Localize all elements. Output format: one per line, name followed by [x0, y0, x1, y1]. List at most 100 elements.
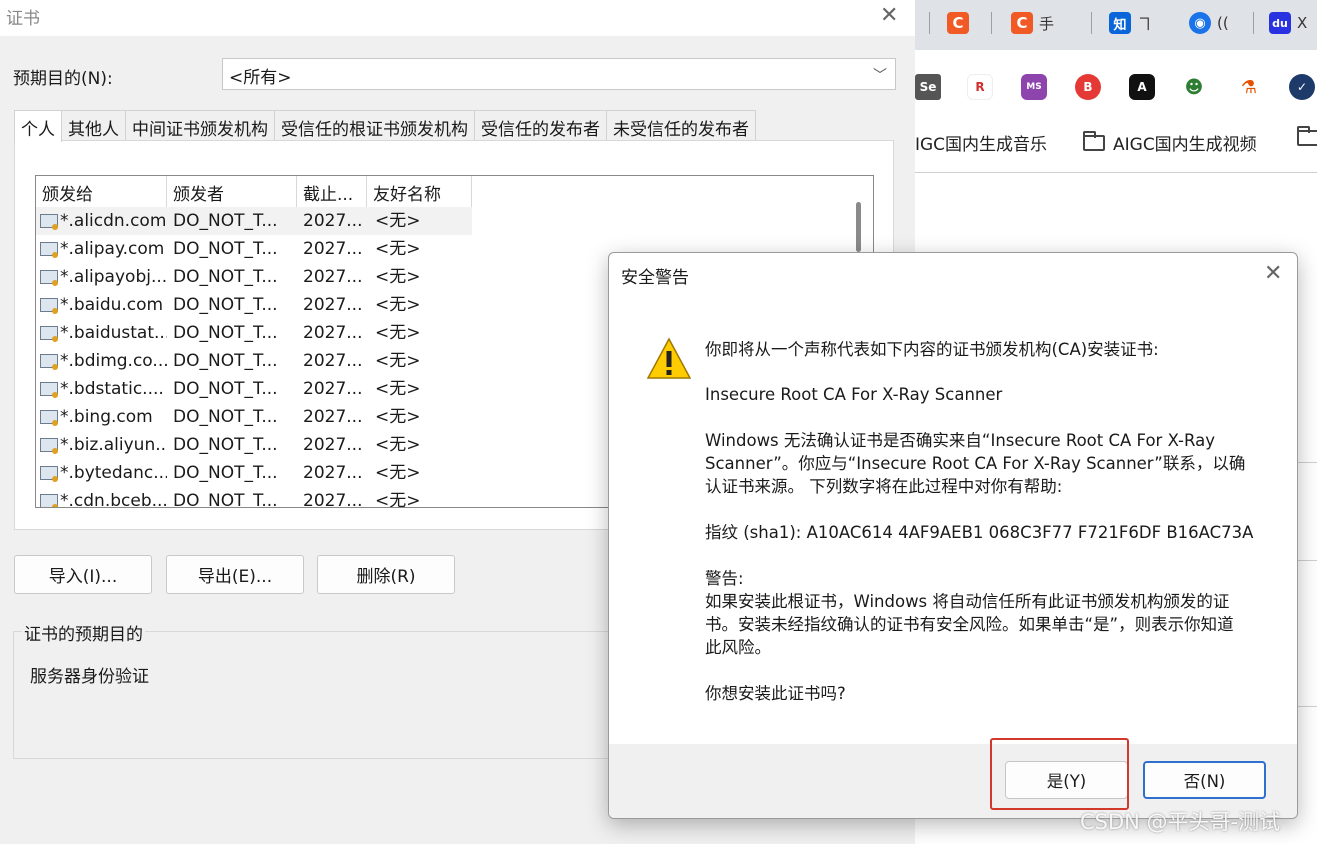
cell-issuer: DO_NOT_T... [173, 463, 278, 483]
table-row[interactable]: *.baidu.com DO_NOT_T... 2027... <无> [36, 291, 472, 319]
purpose-value: <所有> [229, 68, 292, 88]
no-button[interactable]: 否(N) [1143, 761, 1266, 799]
tab-label: ヿ [1137, 14, 1153, 33]
bookmark-mask-icon[interactable]: ☻ [1181, 74, 1207, 100]
bookmark-r-icon[interactable]: R [967, 74, 993, 100]
tab-trusted-publishers[interactable]: 受信任的发布者 [474, 110, 607, 141]
cell-issued-to: *.alipayobj... [36, 263, 167, 291]
table-row[interactable]: *.cdn.bceb... DO_NOT_T... 2027... <无> [36, 487, 472, 508]
tab-separator [1091, 12, 1092, 34]
cell-issued-to: *.bdimg.co... [36, 347, 167, 375]
cell-expiration: 2027... [303, 435, 363, 455]
cell-friendly-name: <无> [375, 491, 421, 508]
issued-to-text: *.baidustat... [60, 323, 167, 343]
folder-label: AIGC国内生成视频 [1113, 135, 1257, 155]
tab-label: 手 [1039, 14, 1055, 33]
tab-separator [991, 12, 992, 34]
list-rows: *.alicdn.com DO_NOT_T... 2027... <无> *.alipa… [36, 207, 472, 508]
certificate-tabs: 个人 其他人 中间证书颁发机构 受信任的根证书颁发机构 受信任的发布者 未受信任… [14, 110, 756, 142]
cell-issued-to: *.alicdn.com [36, 207, 167, 235]
tab-other-people[interactable]: 其他人 [61, 110, 126, 141]
import-button[interactable]: 导入(I)... [14, 555, 152, 594]
close-icon[interactable]: ✕ [1264, 263, 1282, 285]
list-scrollbar-thumb[interactable] [856, 202, 861, 252]
purpose-select[interactable]: <所有> ﹀ [222, 58, 896, 90]
cell-issued-to: *.bing.com [36, 403, 167, 431]
folder-icon [1297, 126, 1317, 146]
column-issued-to[interactable]: 颁发给 [36, 176, 167, 207]
cell-issued-to: *.bdstatic.... [36, 375, 167, 403]
cell-expiration: 2027... [303, 463, 363, 483]
cell-expiration: 2027... [303, 323, 363, 343]
bookmark-a-icon[interactable]: A [1129, 74, 1155, 100]
certificate-icon [40, 382, 58, 398]
bookmark-ms-icon[interactable]: MS [1021, 74, 1047, 100]
column-expiration[interactable]: 截止... [297, 176, 367, 207]
list-header: 颁发给 颁发者 截止... 友好名称 [36, 176, 472, 207]
bookmark-se-icon[interactable]: Se [915, 74, 941, 100]
table-row[interactable]: *.baidustat... DO_NOT_T... 2027... <无> [36, 319, 472, 347]
bookmark-lighthouse-icon[interactable]: ⚗ [1236, 74, 1262, 100]
bookmark-check-icon[interactable]: ✓ [1289, 74, 1315, 100]
tab-label: (( [1217, 14, 1229, 32]
column-friendly-name[interactable]: 友好名称 [367, 176, 472, 207]
yes-button[interactable]: 是(Y) [1005, 761, 1128, 799]
certificate-icon [40, 466, 58, 482]
cell-friendly-name: <无> [375, 351, 421, 371]
cell-expiration: 2027... [303, 295, 363, 315]
tab-trusted-root-ca[interactable]: 受信任的根证书颁发机构 [274, 110, 475, 141]
table-row[interactable]: *.alipay.com DO_NOT_T... 2027... <无> [36, 235, 472, 263]
folder-label: IGC国内生成音乐 [915, 135, 1048, 155]
bookmark-folder-music[interactable]: IGC国内生成音乐 [915, 130, 1047, 155]
tab-intermediate-ca[interactable]: 中间证书颁发机构 [125, 110, 275, 141]
cell-issuer: DO_NOT_T... [173, 351, 278, 371]
close-icon[interactable]: ✕ [880, 5, 898, 27]
table-row[interactable]: *.alipayobj... DO_NOT_T... 2027... <无> [36, 263, 472, 291]
certificate-icon [40, 494, 58, 507]
tab-untrusted-publishers[interactable]: 未受信任的发布者 [606, 110, 756, 141]
issued-to-text: *.biz.aliyun... [60, 435, 167, 455]
browser-tab-2[interactable]: C 手 [1011, 8, 1054, 38]
table-row[interactable]: *.biz.aliyun... DO_NOT_T... 2027... <无> [36, 431, 472, 459]
certificate-icon [40, 242, 58, 258]
table-row[interactable]: *.bdstatic.... DO_NOT_T... 2027... <无> [36, 375, 472, 403]
warning-label: 警告: [705, 569, 744, 588]
tab-personal[interactable]: 个人 [14, 110, 62, 142]
certificate-icon [40, 354, 58, 370]
cell-issued-to: *.baidustat... [36, 319, 167, 347]
table-row[interactable]: *.bdimg.co... DO_NOT_T... 2027... <无> [36, 347, 472, 375]
zhihu-favicon-icon: 知 [1109, 12, 1131, 34]
bookmark-b-icon[interactable]: B [1075, 74, 1101, 100]
browser-tab-5[interactable]: du X [1269, 8, 1307, 38]
intended-purposes-value: 服务器身份验证 [30, 667, 149, 687]
cell-issued-to: *.baidu.com [36, 291, 167, 319]
browser-tab-3[interactable]: 知 ヿ [1109, 8, 1152, 38]
browser-tab-4[interactable]: ◉ (( [1189, 8, 1229, 38]
cell-issuer: DO_NOT_T... [167, 207, 297, 235]
folder-icon [1083, 130, 1105, 151]
column-issuer[interactable]: 颁发者 [167, 176, 297, 207]
chevron-down-icon: ﹀ [873, 68, 887, 84]
ca-name: Insecure Root CA For X-Ray Scanner [705, 385, 1003, 404]
browser-tab-1[interactable]: C [947, 8, 969, 38]
bookmark-folder-more[interactable] [1297, 126, 1317, 146]
cell-issuer: DO_NOT_T... [173, 323, 278, 343]
certificate-icon [40, 410, 58, 426]
signal-favicon-icon: ◉ [1189, 12, 1211, 34]
cell-issued-to: *.alipay.com [36, 235, 167, 263]
cell-issued-to: *.bytedanc... [36, 459, 167, 487]
table-row[interactable]: *.bytedanc... DO_NOT_T... 2027... <无> [36, 459, 472, 487]
cell-expiration: 2027... [303, 351, 363, 371]
csdn-favicon-icon: C [947, 12, 969, 34]
cell-issuer: DO_NOT_T... [173, 295, 278, 315]
export-button[interactable]: 导出(E)... [166, 555, 304, 594]
security-warning-dialog: 安全警告 ✕ 你即将从一个声称代表如下内容的证书颁发机构(CA)安装证书: In… [608, 252, 1298, 819]
remove-button[interactable]: 删除(R) [317, 555, 455, 594]
cell-friendly-name: <无> [375, 435, 421, 455]
table-row[interactable]: *.alicdn.com DO_NOT_T... 2027... <无> [36, 207, 472, 235]
cell-expiration: 2027... [303, 267, 363, 287]
bookmark-folder-video[interactable]: AIGC国内生成视频 [1083, 130, 1257, 155]
cell-friendly-name: <无> [375, 267, 421, 287]
cell-issuer: DO_NOT_T... [173, 407, 278, 427]
table-row[interactable]: *.bing.com DO_NOT_T... 2027... <无> [36, 403, 472, 431]
